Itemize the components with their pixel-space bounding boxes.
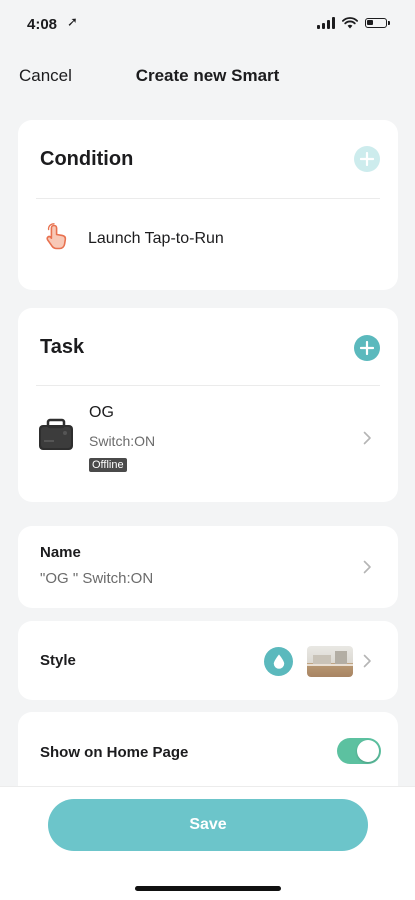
home-indicator bbox=[135, 886, 281, 891]
name-value: "OG " Switch:ON bbox=[40, 570, 154, 587]
save-button[interactable]: Save bbox=[48, 799, 368, 851]
tap-hand-icon bbox=[46, 223, 67, 250]
home-page-toggle[interactable] bbox=[337, 738, 381, 764]
device-name: OG bbox=[89, 404, 114, 421]
name-card[interactable]: Name "OG " Switch:ON bbox=[18, 526, 398, 608]
style-background-thumbnail bbox=[307, 646, 353, 677]
water-drop-icon bbox=[264, 647, 293, 676]
home-page-label: Show on Home Page bbox=[40, 744, 189, 761]
device-image bbox=[39, 418, 73, 450]
chevron-right-icon bbox=[363, 560, 372, 574]
condition-item-label[interactable]: Launch Tap-to-Run bbox=[88, 230, 224, 248]
style-card[interactable]: Style bbox=[18, 621, 398, 700]
bottom-bar: Save bbox=[0, 786, 415, 900]
status-bar: 4:08 ➚ bbox=[0, 0, 415, 50]
divider bbox=[36, 198, 380, 199]
toggle-knob bbox=[357, 740, 379, 762]
condition-title: Condition bbox=[40, 148, 134, 170]
add-condition-button[interactable] bbox=[354, 146, 380, 172]
device-status: Switch:ON bbox=[89, 433, 156, 449]
chevron-right-icon bbox=[363, 431, 372, 445]
location-arrow-icon: ➚ bbox=[67, 14, 78, 29]
navigation-bar: Cancel Create new Smart bbox=[0, 58, 415, 92]
divider bbox=[36, 385, 380, 386]
wifi-icon bbox=[342, 17, 358, 29]
style-label: Style bbox=[40, 652, 76, 669]
status-time: 4:08 bbox=[27, 16, 58, 33]
battery-icon bbox=[365, 18, 390, 28]
offline-badge: Offline bbox=[89, 458, 127, 472]
task-card: Task OG Switch:ON Offline bbox=[18, 308, 398, 502]
add-task-button[interactable] bbox=[354, 335, 380, 361]
page-title: Create new Smart bbox=[135, 66, 280, 85]
chevron-right-icon bbox=[363, 654, 372, 668]
condition-card: Condition Launch Tap-to-Run bbox=[18, 120, 398, 290]
status-icons bbox=[317, 17, 390, 29]
cellular-signal-icon bbox=[317, 17, 335, 29]
task-title: Task bbox=[40, 336, 85, 358]
plus-icon bbox=[360, 152, 374, 166]
name-label: Name bbox=[40, 544, 81, 561]
plus-icon bbox=[360, 341, 374, 355]
